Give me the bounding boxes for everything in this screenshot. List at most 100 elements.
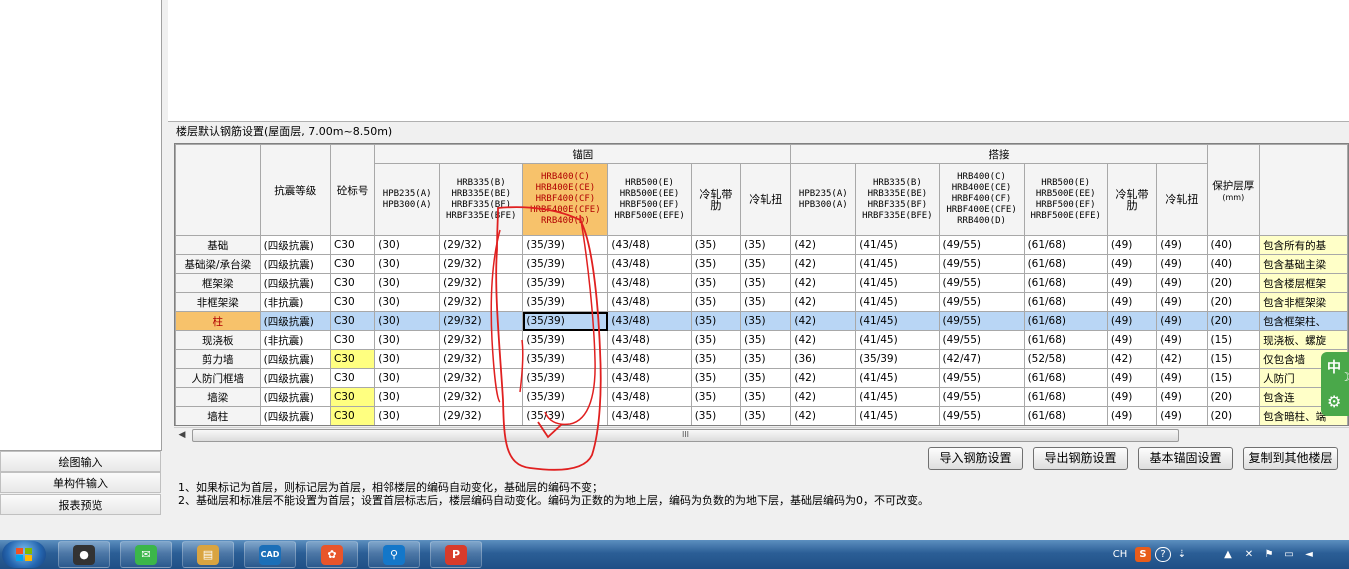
- rebar-settings-grid[interactable]: 抗震等级 砼标号 锚固 搭接 保护层厚 (mm) HPB235(A) HPB300…: [174, 143, 1349, 426]
- lap-cell[interactable]: (61/68): [1023, 254, 1108, 274]
- lap-cell[interactable]: (49): [1106, 387, 1158, 407]
- anchor-cell[interactable]: (35): [690, 292, 742, 312]
- basic-anchor-settings-button[interactable]: 基本锚固设置: [1138, 447, 1233, 470]
- seismic-cell[interactable]: (四级抗震): [259, 273, 331, 293]
- taskbar-app[interactable]: CAD: [244, 541, 296, 568]
- anchor-cell[interactable]: (29/32): [439, 254, 524, 274]
- table-row[interactable]: 现浇板 (非抗震) C30 (30) (29/32) (35/39) (43/48) (35)…: [175, 330, 1348, 350]
- anchor-cell[interactable]: (35): [690, 349, 742, 369]
- start-button[interactable]: [2, 541, 46, 568]
- lap-cell[interactable]: (61/68): [1023, 235, 1108, 255]
- anchor-cell[interactable]: (35/39): [522, 254, 609, 274]
- lap-cell[interactable]: (35/39): [855, 349, 940, 369]
- anchor-cell[interactable]: (43/48): [607, 349, 692, 369]
- lap-cell[interactable]: (41/45): [855, 368, 940, 388]
- lap-cell[interactable]: (49): [1156, 387, 1208, 407]
- anchor-cell[interactable]: (35/39): [522, 311, 609, 331]
- anchor-cell[interactable]: (30): [374, 387, 441, 407]
- cover-cell[interactable]: (20): [1206, 292, 1261, 312]
- anchor-cell[interactable]: (35/39): [522, 330, 609, 350]
- lap-cell[interactable]: (49): [1156, 311, 1208, 331]
- cover-cell[interactable]: (20): [1206, 406, 1261, 425]
- cover-cell[interactable]: (15): [1206, 349, 1261, 369]
- lap-cell[interactable]: (41/45): [855, 273, 940, 293]
- lap-cell[interactable]: (52/58): [1023, 349, 1108, 369]
- description-cell[interactable]: 包含基础主梁: [1259, 254, 1348, 274]
- table-row[interactable]: 剪力墙 (四级抗震) C30 (30) (29/32) (35/39) (43/48) (35…: [175, 349, 1348, 369]
- anchor-cell[interactable]: (35): [740, 292, 792, 312]
- anchor-cell[interactable]: (35/39): [522, 406, 609, 425]
- lap-cell[interactable]: (49/55): [938, 273, 1025, 293]
- anchor-cell[interactable]: (43/48): [607, 311, 692, 331]
- lap-cell[interactable]: (41/45): [855, 235, 940, 255]
- lap-cell[interactable]: (49/55): [938, 311, 1025, 331]
- scrollbar-thumb[interactable]: III: [192, 429, 1179, 442]
- lap-cell[interactable]: (49): [1106, 292, 1158, 312]
- tray-expand-icon[interactable]: ⇣: [1175, 547, 1189, 562]
- lap-cell[interactable]: (61/68): [1023, 406, 1108, 425]
- description-cell[interactable]: 包含所有的基: [1259, 235, 1348, 255]
- lap-cell[interactable]: (61/68): [1023, 387, 1108, 407]
- lap-cell[interactable]: (49/55): [938, 292, 1025, 312]
- table-row[interactable]: 非框架梁 (非抗震) C30 (30) (29/32) (35/39) (43/48) (35…: [175, 292, 1348, 312]
- anchor-cell[interactable]: (35): [740, 406, 792, 425]
- taskbar-app[interactable]: P: [430, 541, 482, 568]
- seismic-cell[interactable]: (四级抗震): [259, 311, 331, 331]
- concrete-cell[interactable]: C30: [329, 368, 376, 388]
- lap-cell[interactable]: (49): [1156, 292, 1208, 312]
- seismic-cell[interactable]: (非抗震): [259, 330, 331, 350]
- anchor-cell[interactable]: (29/32): [439, 273, 524, 293]
- no-network-icon[interactable]: ✕: [1241, 547, 1257, 562]
- anchor-cell[interactable]: (35): [690, 406, 742, 425]
- display-icon[interactable]: ▭: [1281, 547, 1297, 562]
- lap-cell[interactable]: (61/68): [1023, 368, 1108, 388]
- cover-cell[interactable]: (20): [1206, 311, 1261, 331]
- concrete-cell[interactable]: C30: [329, 292, 376, 312]
- lap-cell[interactable]: (49): [1156, 273, 1208, 293]
- lap-cell[interactable]: (42): [790, 254, 857, 274]
- seismic-cell[interactable]: (四级抗震): [259, 368, 331, 388]
- anchor-cell[interactable]: (30): [374, 368, 441, 388]
- lap-cell[interactable]: (49): [1156, 235, 1208, 255]
- seismic-cell[interactable]: (四级抗震): [259, 254, 331, 274]
- lap-cell[interactable]: (42): [790, 292, 857, 312]
- anchor-cell[interactable]: (30): [374, 235, 441, 255]
- anchor-cell[interactable]: (35/39): [522, 292, 609, 312]
- seismic-cell[interactable]: (四级抗震): [259, 387, 331, 407]
- lap-cell[interactable]: (41/45): [855, 330, 940, 350]
- seismic-cell[interactable]: (非抗震): [259, 292, 331, 312]
- cover-cell[interactable]: (20): [1206, 273, 1261, 293]
- lap-cell[interactable]: (49): [1106, 273, 1158, 293]
- table-row[interactable]: 基础 (四级抗震) C30 (30) (29/32) (35/39) (43/48) (35)…: [175, 235, 1348, 255]
- horizontal-scrollbar[interactable]: ◀ III: [174, 427, 1349, 442]
- taskbar-app[interactable]: ●: [58, 541, 110, 568]
- lap-cell[interactable]: (49): [1156, 368, 1208, 388]
- anchor-cell[interactable]: (30): [374, 254, 441, 274]
- concrete-cell[interactable]: C30: [329, 387, 376, 407]
- concrete-cell[interactable]: C30: [329, 330, 376, 350]
- action-center-icon[interactable]: ⚑: [1261, 547, 1277, 562]
- lap-cell[interactable]: (49/55): [938, 406, 1025, 425]
- description-cell[interactable]: 包含非框架梁: [1259, 292, 1348, 312]
- anchor-cell[interactable]: (43/48): [607, 330, 692, 350]
- anchor-cell[interactable]: (43/48): [607, 368, 692, 388]
- lap-cell[interactable]: (61/68): [1023, 292, 1108, 312]
- ime-chinese-mode-icon[interactable]: 中: [1327, 357, 1341, 377]
- nav-drawing-input[interactable]: 绘图输入: [0, 451, 161, 472]
- lap-cell[interactable]: (49/55): [938, 254, 1025, 274]
- anchor-cell[interactable]: (29/32): [439, 330, 524, 350]
- lap-cell[interactable]: (42): [1106, 349, 1158, 369]
- anchor-cell[interactable]: (43/48): [607, 292, 692, 312]
- lap-cell[interactable]: (61/68): [1023, 273, 1108, 293]
- table-row[interactable]: 墙梁 (四级抗震) C30 (30) (29/32) (35/39) (43/48) (35)…: [175, 387, 1348, 407]
- anchor-cell[interactable]: (29/32): [439, 292, 524, 312]
- lap-cell[interactable]: (49/55): [938, 387, 1025, 407]
- cover-cell[interactable]: (15): [1206, 368, 1261, 388]
- taskbar-app[interactable]: ✿: [306, 541, 358, 568]
- anchor-cell[interactable]: (35/39): [522, 349, 609, 369]
- anchor-cell[interactable]: (35): [740, 330, 792, 350]
- concrete-cell[interactable]: C30: [329, 235, 376, 255]
- lap-cell[interactable]: (42): [790, 311, 857, 331]
- concrete-cell[interactable]: C30: [329, 406, 376, 425]
- seismic-cell[interactable]: (四级抗震): [259, 349, 331, 369]
